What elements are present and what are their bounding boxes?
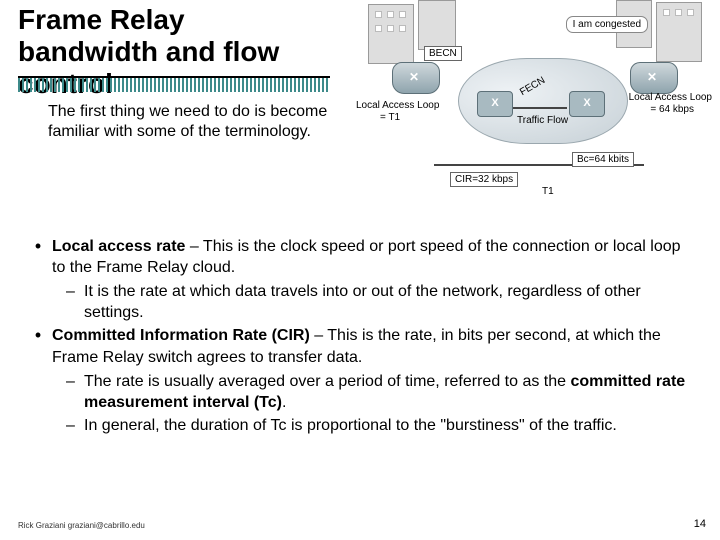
t1-label: T1 xyxy=(542,186,554,197)
dash-icon: – xyxy=(66,371,84,413)
switch-left-icon: X xyxy=(477,91,513,117)
body-content: • Local access rate – This is the clock … xyxy=(24,236,696,438)
title-underline xyxy=(18,76,330,92)
b2-s1a: The rate is usually averaged over a peri… xyxy=(84,373,570,390)
b2-s2-text: In general, the duration of Tc is propor… xyxy=(84,415,617,436)
bullet-1-sub-1: – It is the rate at which data travels i… xyxy=(66,281,696,323)
switch-right-icon: X xyxy=(569,91,605,117)
network-diagram: I am congested ✕ ✕ X X FECN Traffic Flow… xyxy=(362,4,708,214)
lal-left-1: Local Access Loop xyxy=(356,100,439,111)
becn-label: BECN xyxy=(424,46,462,61)
flow-arrow-icon xyxy=(513,107,567,109)
lal-right-1: Local Access Loop xyxy=(629,92,712,103)
b2-s1c: . xyxy=(282,394,286,411)
dash-icon: – xyxy=(66,281,84,323)
router-left-icon: ✕ xyxy=(392,62,440,94)
router-right-icon: ✕ xyxy=(630,62,678,94)
building-right-icon xyxy=(656,2,702,62)
frame-relay-cloud-icon: X X FECN Traffic Flow xyxy=(458,58,628,144)
lal-right-2: = 64 kbps xyxy=(650,104,694,115)
page-number: 14 xyxy=(694,518,706,530)
building-left-icon xyxy=(368,4,414,64)
building-left2-icon xyxy=(418,0,456,50)
bullet-2: • Committed Information Rate (CIR) – Thi… xyxy=(24,325,696,367)
intro-text: The first thing we need to do is become … xyxy=(48,102,328,142)
bullet-dot-icon: • xyxy=(24,236,52,278)
footer-author: Rick Graziani graziani@cabrillo.edu xyxy=(18,521,145,530)
bullet-dot-icon: • xyxy=(24,325,52,367)
b2-term: Committed Information Rate (CIR) xyxy=(52,327,310,344)
congested-callout: I am congested xyxy=(566,16,648,33)
bullet-2-sub-1: – The rate is usually averaged over a pe… xyxy=(66,371,696,413)
bullet-1: • Local access rate – This is the clock … xyxy=(24,236,696,278)
traffic-flow-label: Traffic Flow xyxy=(517,115,568,126)
lal-left-2: = T1 xyxy=(380,112,400,123)
dash-icon: – xyxy=(66,415,84,436)
bc-label: Bc=64 kbits xyxy=(572,152,634,167)
cir-label: CIR=32 kbps xyxy=(450,172,518,187)
slide: Frame Relay bandwidth and flow control T… xyxy=(0,0,720,540)
fecn-label: FECN xyxy=(518,75,547,98)
bullet-2-sub-2: – In general, the duration of Tc is prop… xyxy=(66,415,696,436)
b1-term: Local access rate xyxy=(52,238,185,255)
b1-s1-text: It is the rate at which data travels int… xyxy=(84,281,696,323)
